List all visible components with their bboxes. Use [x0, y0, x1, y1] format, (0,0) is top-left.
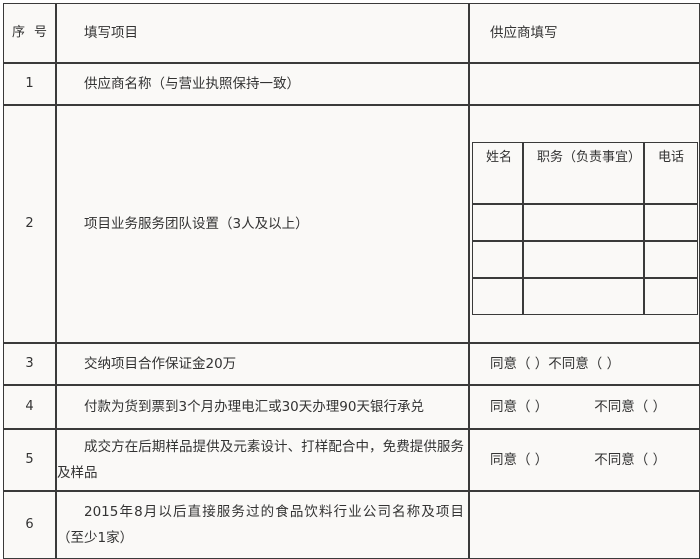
row-item-4: 付款为货到票到3个月办理电汇或30天办理90天银行承兑 — [56, 385, 469, 429]
team-table-row — [472, 278, 698, 315]
row-item-6: 2015年8月以后直接服务过的食品饮料行业公司名称及项目（至少1家） — [56, 491, 469, 559]
team-cell-role[interactable] — [523, 204, 644, 241]
item-text: 成交方在后期样品提供及元素设计、打样配合中，免费提供服务及样品 — [57, 439, 464, 481]
table-row: 4 付款为货到票到3个月办理电汇或30天办理90天银行承兑 同意（ ） 不同意（ … — [3, 385, 700, 429]
table-row: 3 交纳项目合作保证金20万 同意（ ）不同意（ ） — [3, 343, 700, 385]
supplier-requirements-table: 序号 填写项目 供应商填写 1 供应商名称（与营业执照保持一致） 2 项目业务服… — [3, 3, 700, 559]
row-sequence-6: 6 — [3, 491, 56, 559]
team-table-row — [472, 204, 698, 241]
table-row: 2 项目业务服务团队设置（3人及以上） 姓名 职务（负责事宜） 电话 — [3, 105, 700, 343]
supplier-choice-group[interactable]: 同意（ ） 不同意（ ） — [470, 391, 699, 423]
agree-option[interactable]: 同意（ ） — [490, 399, 548, 415]
row-sequence-1: 1 — [3, 63, 56, 105]
disagree-option[interactable]: 不同意（ ） — [594, 452, 666, 468]
team-cell-name[interactable] — [472, 241, 523, 278]
team-cell-role[interactable] — [523, 241, 644, 278]
item-text: 2015年8月以后直接服务过的食品饮料行业公司名称及项目（至少1家） — [57, 504, 464, 546]
table-header-row: 序号 填写项目 供应商填写 — [3, 3, 700, 63]
supplier-answer[interactable] — [470, 81, 699, 87]
item-text: 供应商名称（与营业执照保持一致） — [84, 76, 300, 92]
sequence-value: 1 — [25, 76, 34, 91]
sequence-value: 3 — [25, 356, 34, 371]
header-cell-sequence: 序号 — [3, 3, 56, 63]
item-text: 付款为货到票到3个月办理电汇或30天办理90天银行承兑 — [84, 399, 424, 415]
team-header-cell-phone: 电话 — [644, 142, 698, 204]
team-header-row: 姓名 职务（负责事宜） 电话 — [472, 142, 698, 204]
row-item-3: 交纳项目合作保证金20万 — [56, 343, 469, 385]
item-text: 项目业务服务团队设置（3人及以上） — [84, 216, 309, 232]
team-header-cell-name: 姓名 — [472, 142, 523, 204]
team-table-wrapper: 姓名 职务（负责事宜） 电话 — [470, 106, 699, 315]
agree-option[interactable]: 同意（ ） — [490, 452, 548, 468]
header-cell-item: 填写项目 — [56, 3, 469, 63]
team-cell-name[interactable] — [472, 278, 523, 315]
header-label-sequence: 序号 — [12, 25, 47, 40]
sequence-value: 2 — [25, 216, 34, 231]
row-item-2: 项目业务服务团队设置（3人及以上） — [56, 105, 469, 343]
supplier-choice-group[interactable]: 同意（ ）不同意（ ） — [470, 348, 699, 380]
row-supplier-team-2: 姓名 职务（负责事宜） 电话 — [469, 105, 700, 343]
sequence-value: 5 — [25, 452, 34, 467]
header-cell-supplier: 供应商填写 — [469, 3, 700, 63]
service-team-table: 姓名 职务（负责事宜） 电话 — [472, 142, 698, 315]
row-sequence-4: 4 — [3, 385, 56, 429]
row-item-5: 成交方在后期样品提供及元素设计、打样配合中，免费提供服务及样品 — [56, 429, 469, 491]
disagree-option[interactable]: 不同意（ ） — [548, 356, 620, 372]
sequence-value: 4 — [25, 399, 34, 414]
row-item-1: 供应商名称（与营业执照保持一致） — [56, 63, 469, 105]
disagree-option[interactable]: 不同意（ ） — [594, 399, 666, 415]
team-header-label-role: 职务（负责事宜） — [537, 150, 642, 165]
header-label-supplier: 供应商填写 — [490, 25, 558, 41]
team-cell-phone[interactable] — [644, 241, 698, 278]
team-cell-role[interactable] — [523, 278, 644, 315]
team-header-label-phone: 电话 — [658, 150, 685, 165]
row-sequence-2: 2 — [3, 105, 56, 343]
supplier-choice-group[interactable]: 同意（ ） 不同意（ ） — [470, 444, 699, 476]
team-header-cell-role: 职务（负责事宜） — [523, 142, 644, 204]
row-sequence-5: 5 — [3, 429, 56, 491]
team-header-label-name: 姓名 — [486, 150, 513, 165]
table-row: 6 2015年8月以后直接服务过的食品饮料行业公司名称及项目（至少1家） — [3, 491, 700, 559]
team-table-row — [472, 241, 698, 278]
table-row: 1 供应商名称（与营业执照保持一致） — [3, 63, 700, 105]
sequence-value: 6 — [25, 517, 34, 532]
row-sequence-3: 3 — [3, 343, 56, 385]
item-text: 交纳项目合作保证金20万 — [84, 356, 237, 372]
row-supplier-input-1[interactable] — [469, 63, 700, 105]
table-row: 5 成交方在后期样品提供及元素设计、打样配合中，免费提供服务及样品 同意（ ） 不… — [3, 429, 700, 491]
team-cell-phone[interactable] — [644, 278, 698, 315]
row-supplier-input-6[interactable] — [469, 491, 700, 559]
row-supplier-choice-5[interactable]: 同意（ ） 不同意（ ） — [469, 429, 700, 491]
team-cell-phone[interactable] — [644, 204, 698, 241]
team-cell-name[interactable] — [472, 204, 523, 241]
row-supplier-choice-4[interactable]: 同意（ ） 不同意（ ） — [469, 385, 700, 429]
agree-option[interactable]: 同意（ ） — [490, 356, 548, 372]
header-label-item: 填写项目 — [84, 25, 138, 41]
row-supplier-choice-3[interactable]: 同意（ ）不同意（ ） — [469, 343, 700, 385]
supplier-answer[interactable] — [470, 522, 699, 528]
